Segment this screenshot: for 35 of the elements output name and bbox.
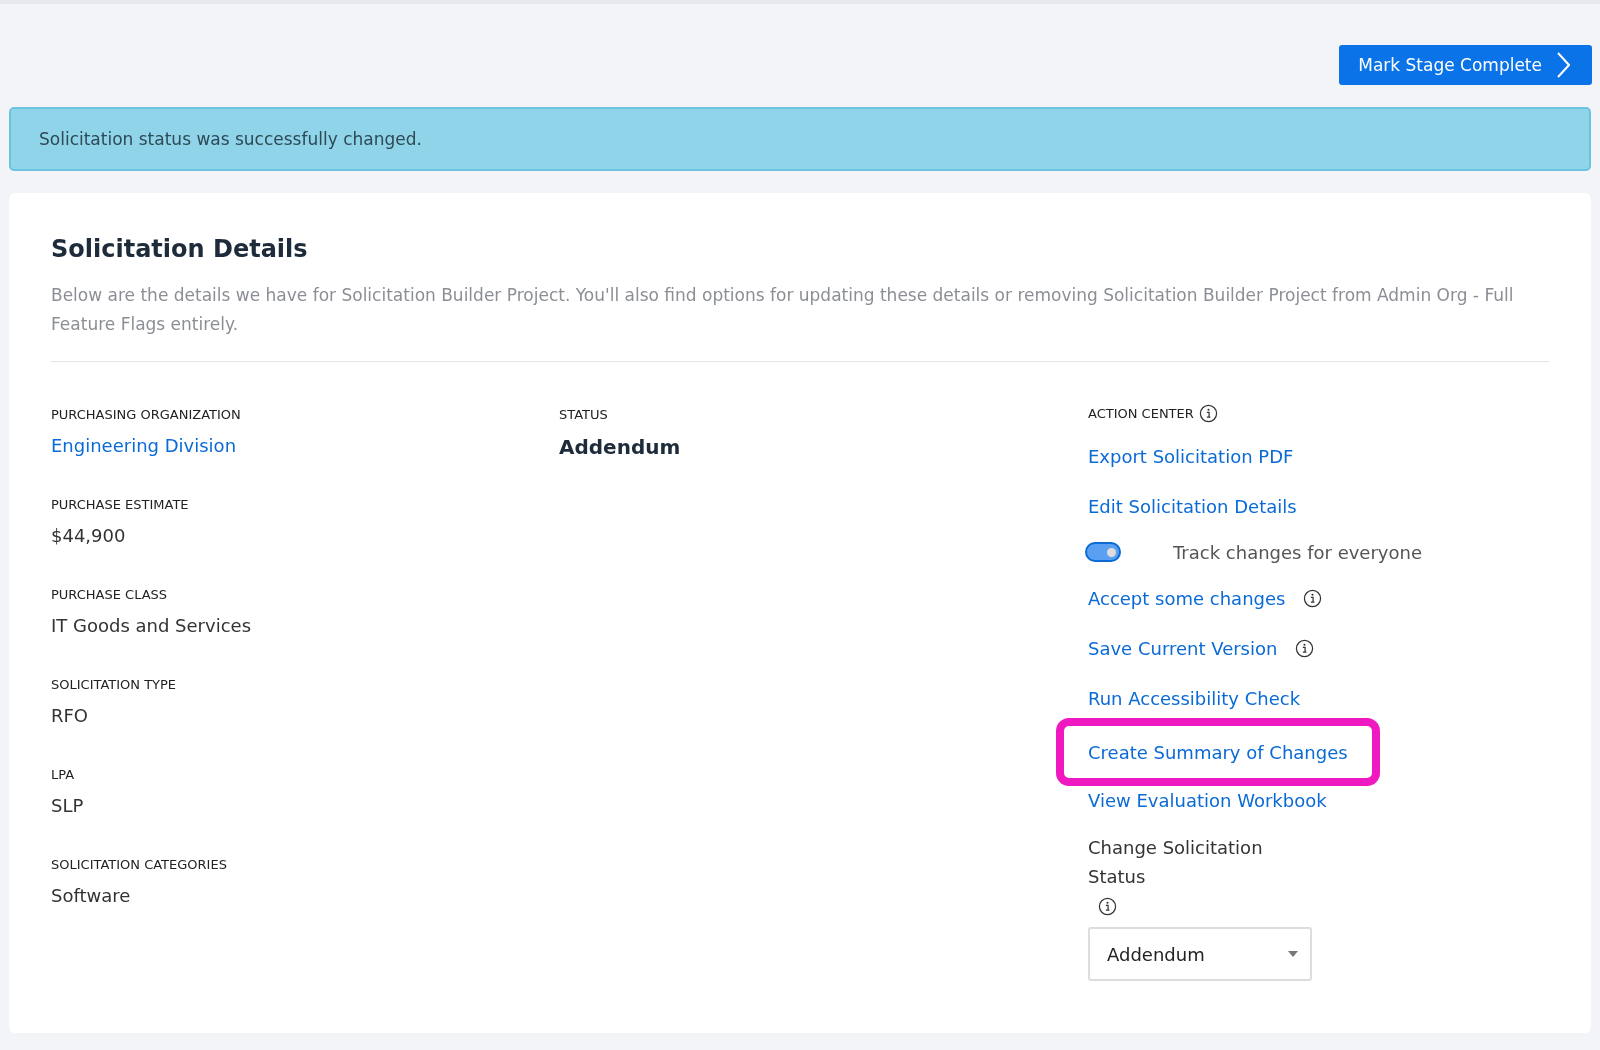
field-value: $44,900 xyxy=(51,525,126,546)
field-label: SOLICITATION TYPE xyxy=(51,677,177,692)
field-value: RFO xyxy=(51,705,89,726)
status-value: Addendum xyxy=(559,435,681,459)
action-link[interactable]: Accept some changes xyxy=(1088,587,1286,609)
toggle-switch[interactable] xyxy=(1085,542,1121,562)
field-label: PURCHASE ESTIMATE xyxy=(51,497,189,512)
field-label: LPA xyxy=(51,767,75,782)
action-link[interactable]: Edit Solicitation Details xyxy=(1088,495,1297,517)
card-description: Below are the details we have for Solicitation Builder Project. You'll also find options for updating these details or removing Solicitation Builder Project from Admin Org - Full Feature Flags entirely. xyxy=(51,284,1515,336)
info-icon[interactable] xyxy=(1198,404,1218,423)
info-icon[interactable] xyxy=(1303,588,1323,608)
action-link[interactable]: View Evaluation Workbook xyxy=(1088,789,1327,811)
section-label: ACTION CENTER xyxy=(1088,406,1194,421)
field-label: SOLICITATION CATEGORIES xyxy=(51,857,227,872)
action-link[interactable]: Create Summary of Changes xyxy=(1088,741,1348,763)
field-value: Software xyxy=(51,885,131,906)
field-link[interactable]: Engineering Division xyxy=(51,435,237,456)
field-label: STATUS xyxy=(559,407,608,422)
status-dropdown[interactable]: Addendum xyxy=(1088,927,1312,981)
action-link[interactable]: Save Current Version xyxy=(1088,637,1278,659)
field-label: PURCHASING ORGANIZATION xyxy=(51,407,241,422)
action-link[interactable]: Run Accessibility Check xyxy=(1088,687,1301,709)
alert-message: Solicitation status was successfully changed. xyxy=(39,129,422,149)
select-label: Change Solicitation Status xyxy=(1088,836,1264,889)
field-label: PURCHASE CLASS xyxy=(51,587,168,602)
field-value: IT Goods and Services xyxy=(51,615,251,636)
field-value: SLP xyxy=(51,795,84,816)
card-title: Solicitation Details xyxy=(51,235,309,263)
action-link[interactable]: Export Solicitation PDF xyxy=(1088,445,1294,467)
info-icon[interactable] xyxy=(1098,897,1117,916)
chevron-right-icon xyxy=(1556,52,1570,78)
toggle-label: Track changes for everyone xyxy=(1173,541,1422,563)
info-icon[interactable] xyxy=(1295,638,1315,658)
mark-stage-complete-button[interactable]: Mark Stage Complete xyxy=(1339,45,1592,85)
